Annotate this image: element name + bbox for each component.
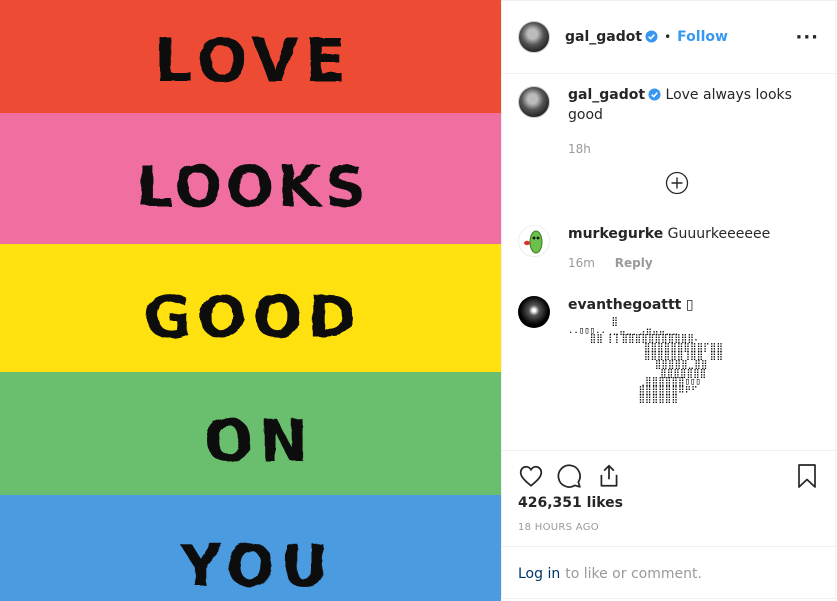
- comment-text: ▯: [685, 297, 694, 313]
- comment-item: murkegurke Guuurkeeeeee 16m Reply: [518, 225, 819, 272]
- avatar[interactable]: [518, 21, 550, 53]
- login-link[interactable]: Log in: [518, 566, 560, 582]
- comment-username[interactable]: evanthegoattt: [568, 297, 681, 313]
- verified-icon: [648, 88, 661, 106]
- caption-time[interactable]: 18h: [568, 142, 591, 156]
- post-sidebar: gal_gadot • Follow ··· gal_gadot Love al…: [501, 0, 836, 599]
- comment-text: Guuurkeeeeee: [667, 226, 771, 242]
- instagram-post: LOVE LOOKS GOOD ON YOU gal_gadot • Follo…: [0, 0, 837, 601]
- caption-username[interactable]: gal_gadot: [568, 87, 645, 103]
- comment-ascii-art: ⣿ ..▯▯▯..⢀⣀⣤⣀⡀⣠⣶⣤⣤⣀⣀ ⣿⣿ ⡇⡇⣿⣿⣿⣿⣿⣿⣿⣿⣿⣿⣿⠄ ⣿…: [568, 317, 723, 405]
- line-you: YOU: [178, 531, 333, 599]
- load-more-comments-icon[interactable]: [665, 171, 689, 199]
- cucumber-icon: [524, 230, 543, 254]
- comment-username[interactable]: murkegurke: [568, 226, 663, 242]
- line-good: GOOD: [143, 282, 361, 350]
- heart-icon[interactable]: [518, 463, 544, 493]
- comment-item: evanthegoattt ▯ ⣿ ..▯▯▯..⢀⣀⣤⣀⡀⣠⣶⣤⣤⣀⣀ ⣿⣿ …: [518, 296, 819, 404]
- avatar[interactable]: [518, 225, 550, 257]
- caption-comment: gal_gadot Love always looks good 18h: [518, 86, 819, 158]
- comment-icon[interactable]: [556, 463, 582, 493]
- reply-button[interactable]: Reply: [615, 256, 653, 270]
- verified-icon: [645, 28, 658, 47]
- post-actions: 426,351 likes 18 HOURS AGO: [502, 450, 835, 546]
- login-text: to like or comment.: [565, 566, 702, 582]
- header-username[interactable]: gal_gadot: [565, 29, 642, 45]
- line-on: ON: [203, 406, 313, 474]
- rainbow-image: LOVE LOOKS GOOD ON YOU: [0, 0, 501, 601]
- more-options-icon[interactable]: ···: [795, 27, 819, 48]
- avatar[interactable]: [518, 86, 550, 118]
- avatar[interactable]: [518, 296, 550, 328]
- line-looks: LOOKS: [136, 154, 369, 219]
- bookmark-icon[interactable]: [795, 463, 819, 493]
- post-image[interactable]: LOVE LOOKS GOOD ON YOU: [0, 0, 501, 601]
- separator-dot: •: [664, 30, 672, 44]
- comment-time[interactable]: 16m: [568, 256, 595, 270]
- line-love: LOVE: [154, 25, 351, 95]
- comments-list[interactable]: gal_gadot Love always looks good 18h mur…: [502, 74, 835, 450]
- follow-button[interactable]: Follow: [677, 29, 728, 45]
- login-bar: Log in to like or comment.: [502, 546, 835, 601]
- share-icon[interactable]: [596, 463, 622, 493]
- post-header: gal_gadot • Follow ···: [502, 1, 835, 74]
- likes-count[interactable]: 426,351 likes: [518, 495, 623, 511]
- post-time[interactable]: 18 HOURS AGO: [518, 522, 599, 533]
